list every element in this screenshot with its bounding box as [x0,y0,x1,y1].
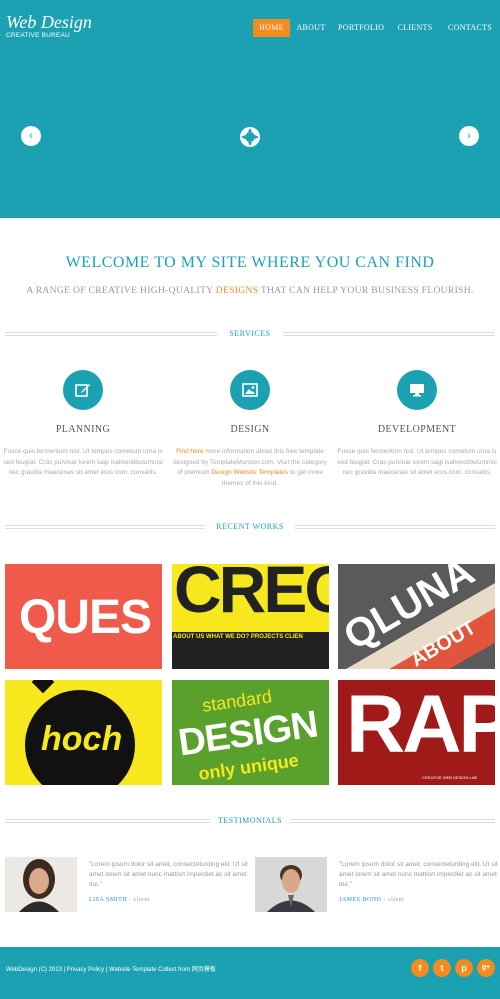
hero-slider: Web Design CREATIVE BUREAU HOME ABOUT PO… [0,0,500,218]
nav-about[interactable]: ABOUT [294,19,328,37]
twitter-icon[interactable]: t [433,959,451,977]
author-role: - client [381,897,405,903]
service-design: DESIGN Find here more information about … [170,370,330,489]
service-text: Fusce quis fermentum nisl. Ut tempus com… [337,448,497,476]
work-thumbnail[interactable]: standard DESIGN only unique [172,680,329,785]
testimonial-author: LISA SMITH - client [89,897,150,903]
testimonials-heading: TESTIMONIALS [5,815,495,827]
find-here-link[interactable]: Find here [176,448,203,455]
avatar [5,857,77,912]
services-heading-label: SERVICES [229,329,271,338]
recent-works-heading-label: RECENT WORKS [216,522,284,531]
nav-clients[interactable]: CLIENTS [396,19,434,37]
footer: WebDesign (C) 2013 | Privacy Policy | We… [0,947,500,999]
work-title: CREC [174,564,329,626]
service-text: Find here more information about this fr… [170,447,330,489]
main-nav: HOME ABOUT PORTFOLIO CLIENTS CONTACTS [0,19,500,37]
testimonials-heading-label: TESTIMONIALS [217,816,283,825]
work-title: QUES [19,591,152,644]
author-name: LISA SMITH [89,897,128,903]
google-plus-icon[interactable]: g+ [477,959,495,977]
image-icon [230,370,270,410]
slider-prev-button[interactable]: ‹ [21,126,41,146]
author-role: - client [127,897,150,903]
monitor-icon [397,370,437,410]
nav-contacts[interactable]: CONTACTS [446,19,494,37]
work-thumbnail[interactable]: CREC ABOUT US WHAT WE DO? PROJECTS CLIEN [172,564,329,669]
welcome-sub-before: A RANGE OF CREATIVE HIGH-QUALITY [26,285,216,296]
work-thumbnail[interactable]: hoch [5,680,162,785]
work-caption: CREATIVE WEB DESIGN LAB [422,775,478,780]
edit-icon [63,370,103,410]
design-templates-link[interactable]: Design Website Templates [211,469,288,476]
work-thumbnail[interactable]: QLUNA ABOUT [338,564,495,669]
service-title: DEVELOPMENT [377,424,457,435]
service-title: PLANNING [55,424,111,435]
facebook-icon[interactable]: f [411,959,429,977]
nav-home[interactable]: HOME [253,19,290,37]
welcome-sub-highlight: DESIGNS [215,285,259,296]
footer-text[interactable]: WebDesign (C) 2013 | Privacy Policy | We… [6,964,216,973]
welcome-sub-after: THAT CAN HELP YOUR BUSINESS FLOURISH. [258,285,474,296]
nav-portfolio[interactable]: PORTFOLIO [338,19,384,37]
service-planning: PLANNING Fusce quis fermentum nisl. Ut t… [3,370,163,479]
service-text: Fusce quis fermentum nisl. Ut tempus com… [3,448,163,476]
recent-works-heading: RECENT WORKS [5,521,495,533]
work-dark-band [172,644,329,669]
work-thumbnail[interactable]: RAP CREATIVE WEB DESIGN LAB [338,680,495,785]
work-title: DESIGN [175,703,320,765]
crown-icon [31,680,55,694]
pinterest-icon[interactable]: p [455,959,473,977]
slider-pagination-icon[interactable] [239,126,261,148]
slider-next-button[interactable]: › [459,126,479,146]
work-nav-text: ABOUT US WHAT WE DO? PROJECTS CLIEN [173,634,303,640]
author-name: JAMES BOND [339,897,382,903]
welcome-subtitle: A RANGE OF CREATIVE HIGH-QUALITY DESIGNS… [0,285,500,296]
testimonial-quote: "Lorem ipsum dolor sit amet, consectetur… [89,861,248,888]
work-title: RAP [346,680,495,770]
services-heading: SERVICES [5,328,495,340]
welcome-title: WELCOME TO MY SITE WHERE YOU CAN FIND [65,254,435,271]
avatar [255,857,327,912]
testimonial-quote: "Lorem ipsum dolor sit amet, consectetur… [339,861,498,888]
work-thumbnail[interactable]: QUES [5,564,162,669]
testimonial-author: JAMES BOND - client [339,897,404,903]
service-title: DESIGN [230,424,270,435]
service-development: DEVELOPMENT Fusce quis fermentum nisl. U… [337,370,497,479]
work-title: hoch [41,720,123,758]
